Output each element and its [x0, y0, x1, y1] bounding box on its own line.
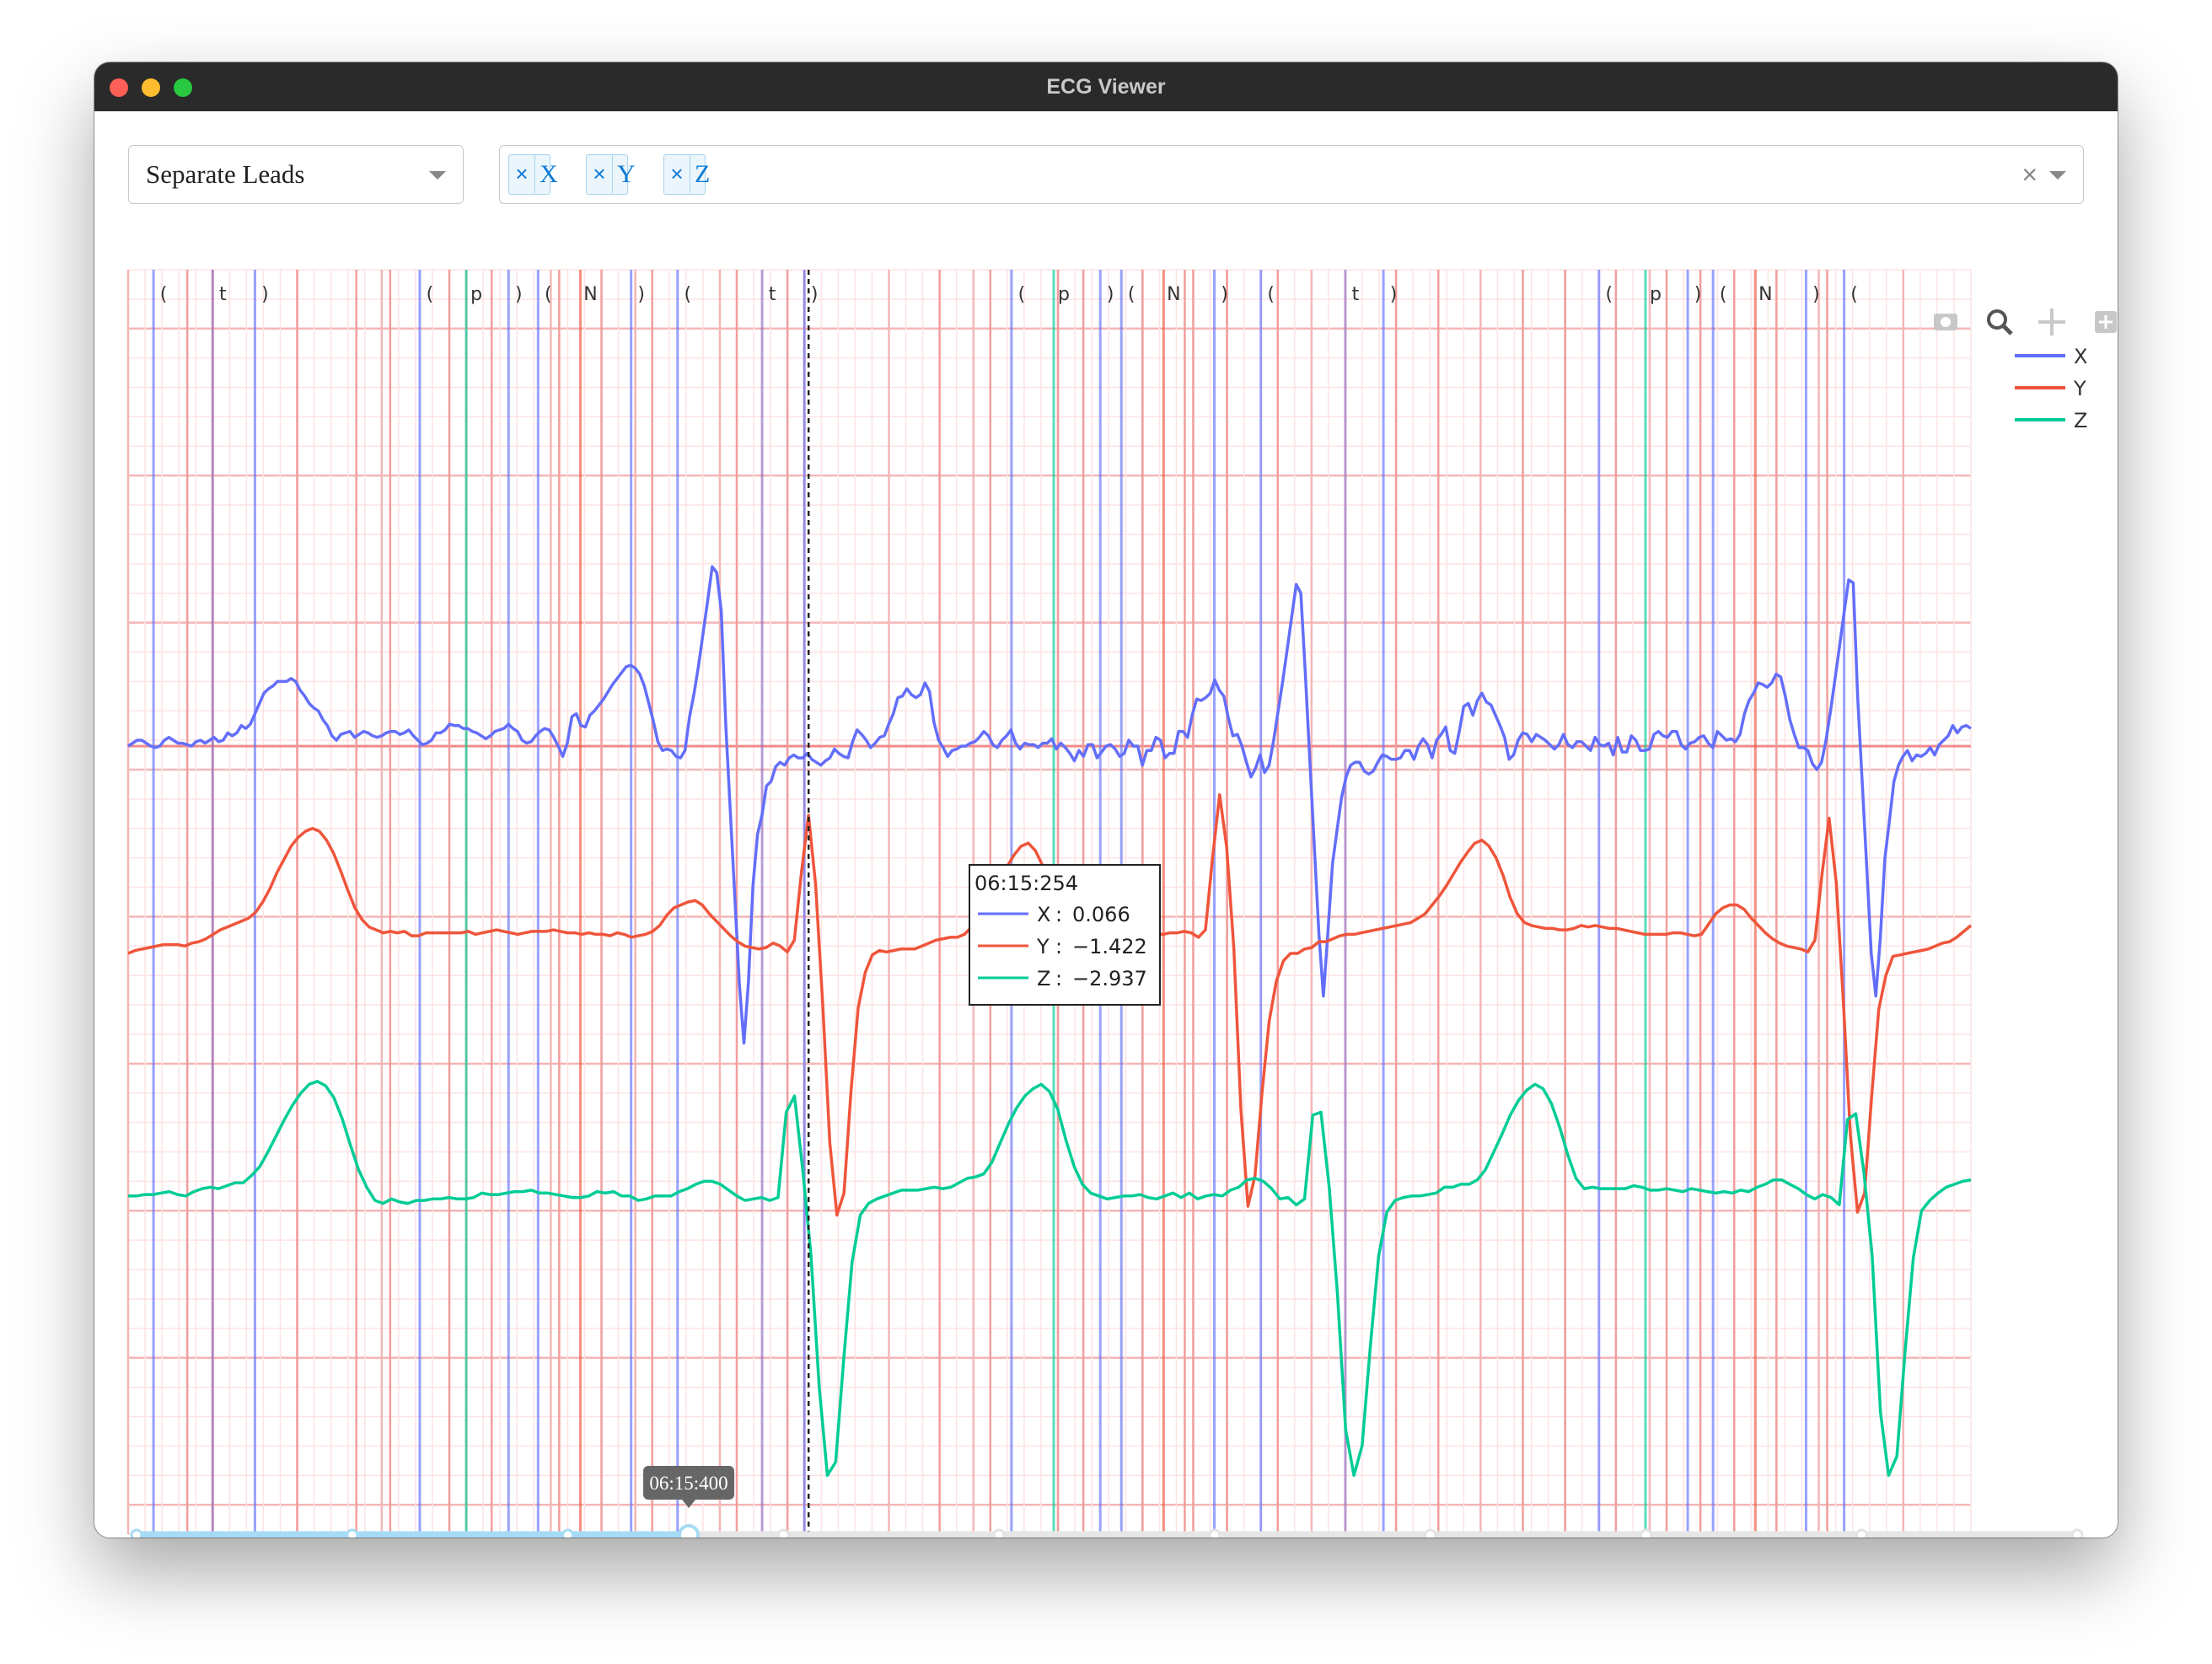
segment-marker-label: N [1758, 284, 1772, 305]
segment-marker-label: ( [545, 284, 552, 305]
segment-marker-label: ) [1812, 284, 1820, 305]
segment-marker-label: ) [637, 284, 645, 305]
chart-legend: XYZ [2015, 345, 2087, 432]
segment-marker-label: ( [160, 284, 168, 305]
legend-label: Z [2074, 409, 2087, 432]
slider-dot[interactable] [2070, 1528, 2084, 1538]
pan-icon[interactable] [2038, 309, 2065, 335]
camera-lens [1941, 317, 1951, 327]
segment-marker-label: t [769, 284, 776, 305]
legend-item-y[interactable]: Y [2015, 377, 2086, 400]
time-slider[interactable]: 2:124:256:388:5111:413:1715:3017:4306:15… [130, 1466, 2084, 1538]
segment-marker-label: ( [1018, 284, 1026, 305]
segment-marker-label: N [1167, 284, 1180, 305]
segment-marker-label: ( [1850, 284, 1858, 305]
zoom-icon[interactable] [1987, 309, 2013, 335]
ecg-chart[interactable]: (t)(p)(N)(t)(p)(N)(t)(p)(N)( XYZ 06:15:2… [94, 111, 2118, 1538]
slider-handle[interactable] [678, 1524, 701, 1538]
segment-marker-label: N [583, 284, 597, 305]
legend-item-x[interactable]: X [2015, 345, 2087, 368]
slider-dot[interactable] [1424, 1528, 1437, 1538]
segment-marker-label: ) [515, 284, 523, 305]
slider-dot[interactable] [346, 1528, 359, 1538]
segment-marker-label: ( [427, 284, 434, 305]
segment-marker-label: ) [1694, 284, 1702, 305]
ecg-traces [127, 565, 1973, 1477]
main-content: Separate Leads × X × Y × Z × (t)(p)(N)(t… [94, 111, 2118, 1538]
segment-marker-label: ) [1107, 284, 1114, 305]
segment-marker-label: p [1650, 284, 1662, 305]
tooltip-item-y-value: −1.422 [1072, 935, 1147, 958]
tooltip-item-z-value: −2.937 [1072, 967, 1147, 990]
segment-marker-label: ) [1390, 284, 1398, 305]
slider-handle-label: 06:15:400 [649, 1473, 727, 1494]
tooltip-title: 06:15:254 [974, 872, 1078, 895]
zoom-lens [1987, 309, 2007, 330]
legend-label: X [2074, 345, 2087, 368]
slider-dot[interactable] [1208, 1528, 1221, 1538]
tooltip-item-z-name: Z [1037, 967, 1050, 990]
segment-marker-label: p [470, 284, 482, 305]
window-title: ECG Viewer [1046, 75, 1166, 99]
zoom-in-icon[interactable] [2095, 311, 2117, 333]
segment-marker-label: ( [1605, 284, 1613, 305]
segment-marker-label: ( [1128, 284, 1136, 305]
slider-dot[interactable] [561, 1528, 575, 1538]
tooltip-item-y-name: Y [1036, 935, 1050, 958]
tooltip-item-x-value: 0.066 [1072, 903, 1130, 926]
svg-text::: : [1055, 903, 1062, 926]
chart-toolbar [1934, 309, 2117, 335]
segment-marker-label: p [1058, 284, 1070, 305]
legend-label: Y [2073, 377, 2086, 400]
legend-item-z[interactable]: Z [2015, 409, 2087, 432]
segment-marker-label: t [219, 284, 227, 305]
segment-marker-label: ) [811, 284, 819, 305]
slider-dot[interactable] [1855, 1528, 1868, 1538]
title-bar: ECG Viewer [94, 62, 2118, 111]
segment-marker-label: ( [1267, 284, 1275, 305]
tooltip-item-x-name: X [1037, 903, 1050, 926]
camera-icon[interactable] [1934, 314, 1957, 330]
pan-arrows [2038, 309, 2065, 335]
svg-text::: : [1055, 935, 1062, 958]
slider-dot[interactable] [1639, 1528, 1652, 1538]
app-window: ECG Viewer Separate Leads × X × Y × Z × [94, 62, 2118, 1538]
slider-dot[interactable] [992, 1528, 1006, 1538]
hover-tooltip: 06:15:254 X : 0.066 Y : −1.422 Z : −2.93… [969, 864, 1161, 1006]
segment-marker-label: t [1352, 284, 1360, 305]
segment-marker-label: ( [684, 284, 691, 305]
slider-dot[interactable] [130, 1528, 143, 1538]
zoom-handle [2002, 325, 2013, 335]
slider-dot[interactable] [776, 1528, 790, 1538]
segment-marker-label: ) [261, 284, 269, 305]
svg-text::: : [1055, 967, 1062, 990]
segment-marker-label: ) [1221, 284, 1228, 305]
segment-marker-label: ( [1720, 284, 1727, 305]
